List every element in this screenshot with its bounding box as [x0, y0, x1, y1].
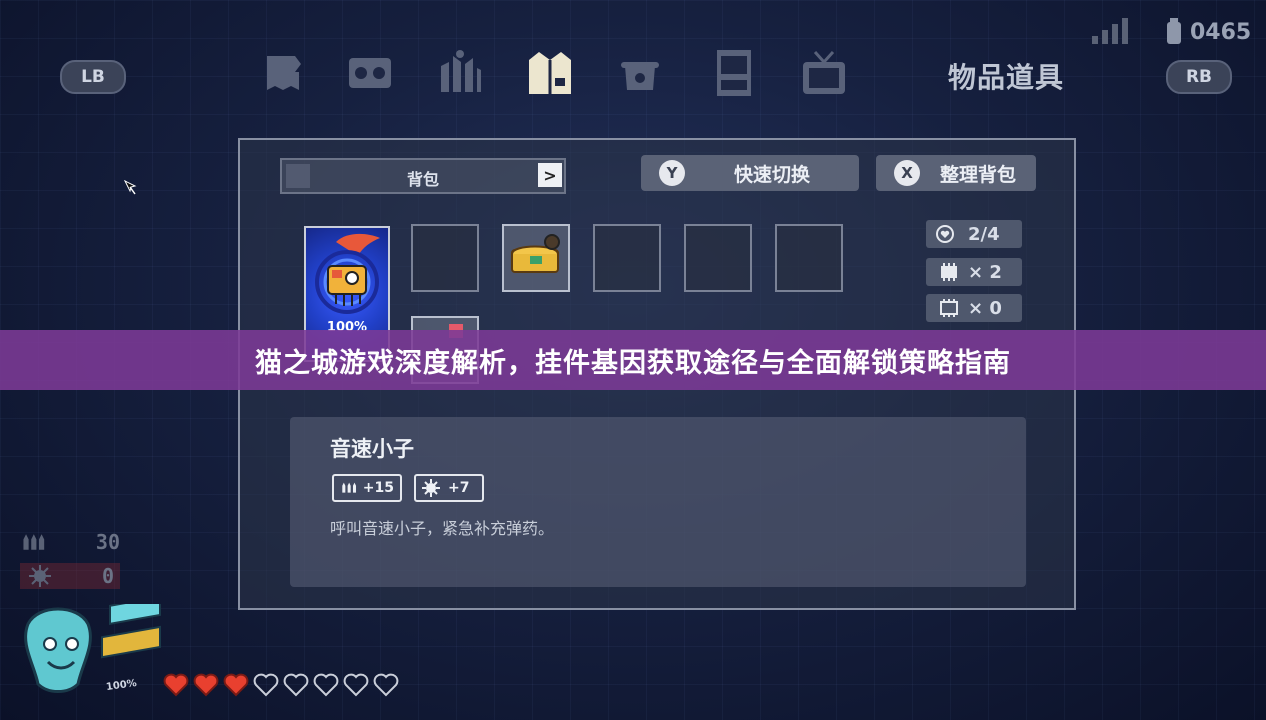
quick-switch-button[interactable]: Y 快速切换 [641, 155, 859, 191]
treasure-chest-icon [511, 234, 560, 273]
player-portrait [24, 604, 161, 693]
inventory-slot-3[interactable] [593, 224, 661, 292]
inventory-slot-1[interactable] [411, 224, 479, 292]
map-tab-icon[interactable] [252, 45, 308, 101]
city-tab-icon[interactable] [432, 45, 488, 101]
gear-bonus-chip: +7 [414, 474, 484, 502]
vending-tab-icon[interactable] [706, 45, 762, 101]
heart-empty-icon [373, 673, 399, 697]
rb-button[interactable]: RB [1166, 60, 1232, 94]
y-key-icon: Y [659, 160, 685, 186]
heart-empty-icon [283, 673, 309, 697]
tab-title: 物品道具 [948, 61, 1065, 94]
status-counter: 0465 [1164, 18, 1251, 46]
bag-label: 背包 [406, 170, 439, 189]
battery-icon [1167, 18, 1181, 44]
stat-capacity: 2/4 [926, 220, 1022, 248]
radio-tab-icon[interactable] [342, 45, 398, 101]
item-detail-panel: 音速小子 +15 +7 呼叫音速小子，紧急补充弹药。 [290, 417, 1026, 587]
ammo-bonus-value: +15 [362, 480, 394, 496]
stat-chip-outline: × 0 [926, 294, 1022, 322]
quick-switch-label: 快速切换 [733, 163, 810, 186]
stat-chip: × 2 [926, 258, 1022, 286]
mouse-cursor-icon [124, 180, 137, 195]
special-counter: 0 [20, 563, 120, 589]
inventory-slot-5[interactable] [775, 224, 843, 292]
bag-selector[interactable]: 背包 > [280, 158, 566, 194]
item-description: 呼叫音速小子，紧急补充弹药。 [330, 519, 555, 538]
chip-outline-icon [940, 299, 958, 317]
special-value: 0 [102, 564, 115, 588]
stat-capacity-value: 2/4 [968, 223, 1000, 245]
top-bar: LB 物品道具 RB 0465 [0, 0, 1266, 120]
heart-ring-icon [936, 225, 954, 243]
heart-empty-icon [253, 673, 279, 697]
sort-bag-label: 整理背包 [939, 163, 1016, 186]
gear-icon [422, 479, 440, 497]
outfit-tab-icon[interactable] [522, 45, 578, 101]
next-bag-button[interactable]: > [538, 163, 562, 187]
heart-empty-icon [313, 673, 339, 697]
signal-icon [1090, 18, 1130, 44]
gear-hud-icon [29, 565, 51, 587]
hearts-row [162, 672, 400, 698]
item-name: 音速小子 [330, 437, 414, 461]
gear-bonus-value: +7 [448, 480, 470, 496]
tv-tab-icon[interactable] [796, 45, 852, 101]
heart-filled-icon [163, 673, 189, 697]
inventory-slot-2[interactable] [502, 224, 570, 292]
article-banner: 猫之城游戏深度解析，挂件基因获取途径与全面解锁策略指南 [0, 330, 1266, 390]
heart-filled-icon [223, 673, 249, 697]
stat-chip-value: × 2 [968, 261, 1002, 283]
inventory-slot-4[interactable] [684, 224, 752, 292]
pot-tab-icon[interactable] [612, 45, 668, 101]
x-key-icon: X [894, 160, 920, 186]
ammo-counter: 30 [20, 529, 120, 555]
chip-icon [941, 263, 957, 281]
sort-bag-button[interactable]: X 整理背包 [876, 155, 1036, 191]
heart-empty-icon [343, 673, 369, 697]
banner-title: 猫之城游戏深度解析，挂件基因获取途径与全面解锁策略指南 [255, 347, 1011, 379]
robot-pendant-icon [315, 233, 380, 314]
ammo-bonus-chip: +15 [332, 474, 402, 502]
heart-filled-icon [193, 673, 219, 697]
ammo-value: 30 [95, 530, 120, 554]
lb-button[interactable]: LB [60, 60, 126, 94]
stat-chip-outline-value: × 0 [968, 297, 1002, 319]
ammo-icon [342, 482, 357, 493]
ammo-hud-icon [23, 534, 45, 550]
status-count: 0465 [1190, 19, 1252, 45]
